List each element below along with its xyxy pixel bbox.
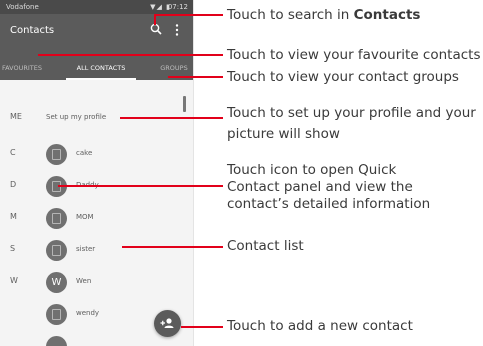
contact-row[interactable]: S sister: [0, 236, 193, 264]
annotation-quick-contact-line1: Touch icon to open Quick: [227, 162, 397, 178]
contact-card-icon: [52, 181, 61, 192]
contact-name: cake: [76, 149, 93, 157]
annotation-search: Touch to search in Contacts: [227, 7, 420, 24]
section-letter: S: [10, 244, 16, 253]
search-icon[interactable]: [150, 23, 162, 35]
contact-avatar[interactable]: [46, 240, 67, 261]
annotation-quick-contact: Touch icon to open Quick Contact panel a…: [227, 162, 430, 213]
carrier-label: Vodafone: [6, 3, 39, 11]
tab-favourites[interactable]: FAVOURITES: [0, 56, 52, 80]
contact-avatar[interactable]: [46, 304, 67, 325]
contact-name: wendy: [76, 309, 100, 317]
add-contact-icon: [160, 318, 174, 328]
tab-all-contacts[interactable]: ALL CONTACTS: [66, 56, 136, 80]
annotation-groups: Touch to view your contact groups: [227, 69, 459, 85]
annotation-profile-line2: picture will show: [227, 126, 340, 142]
contact-avatar[interactable]: W: [46, 272, 67, 293]
contact-card-icon: [52, 309, 61, 320]
contact-card-icon: [52, 149, 61, 160]
contact-row[interactable]: C cake: [0, 140, 193, 168]
annotation-search-bold: Contacts: [353, 7, 421, 23]
contact-avatar[interactable]: [46, 208, 67, 229]
setup-profile-label: Set up my profile: [46, 113, 107, 121]
tab-bar: FAVOURITES ALL CONTACTS GROUPS: [0, 56, 193, 80]
contact-name: MOM: [76, 213, 94, 221]
annotation-profile-line1: Touch to set up your profile and your: [227, 105, 476, 121]
contact-card-icon: [52, 213, 61, 224]
contact-name: Daddy: [76, 181, 99, 189]
profile-row[interactable]: ME Set up my profile: [0, 104, 193, 132]
annotation-profile: Touch to set up your profile and your pi…: [227, 105, 476, 143]
annotation-contact-list: Contact list: [227, 238, 304, 254]
section-letter: W: [10, 276, 18, 285]
contact-row[interactable]: W W Wen: [0, 268, 193, 296]
add-contact-button[interactable]: [154, 310, 181, 337]
contact-name: Wen: [76, 277, 92, 285]
contact-avatar[interactable]: [46, 176, 67, 197]
contact-name: sister: [76, 245, 96, 253]
clock: 07:12: [167, 3, 188, 11]
section-letter: ME: [10, 112, 22, 121]
phone-screen: Vodafone ▼◢ ▮ 07:12 Contacts FAVOURITES …: [0, 0, 194, 346]
more-vertical-icon[interactable]: [172, 23, 182, 37]
annotation-quick-contact-line3: contact’s detailed information: [227, 196, 431, 212]
annotation-search-text: Touch to search in: [227, 7, 354, 23]
annotation-favourites: Touch to view your favourite contacts: [227, 47, 481, 63]
tab-groups[interactable]: GROUPS: [150, 56, 193, 80]
section-letter: D: [10, 180, 17, 189]
section-letter: M: [10, 212, 17, 221]
contact-avatar[interactable]: [46, 336, 67, 346]
contact-avatar[interactable]: [46, 144, 67, 165]
status-bar: Vodafone ▼◢ ▮ 07:12: [0, 0, 193, 14]
annotation-add-contact: Touch to add a new contact: [227, 318, 413, 334]
section-letter: C: [10, 148, 16, 157]
annotation-quick-contact-line2: Contact panel and view the: [227, 179, 413, 195]
contact-card-icon: [52, 245, 61, 256]
app-title: Contacts: [10, 25, 55, 36]
contact-row[interactable]: D Daddy: [0, 172, 193, 200]
contact-row[interactable]: M MOM: [0, 204, 193, 232]
